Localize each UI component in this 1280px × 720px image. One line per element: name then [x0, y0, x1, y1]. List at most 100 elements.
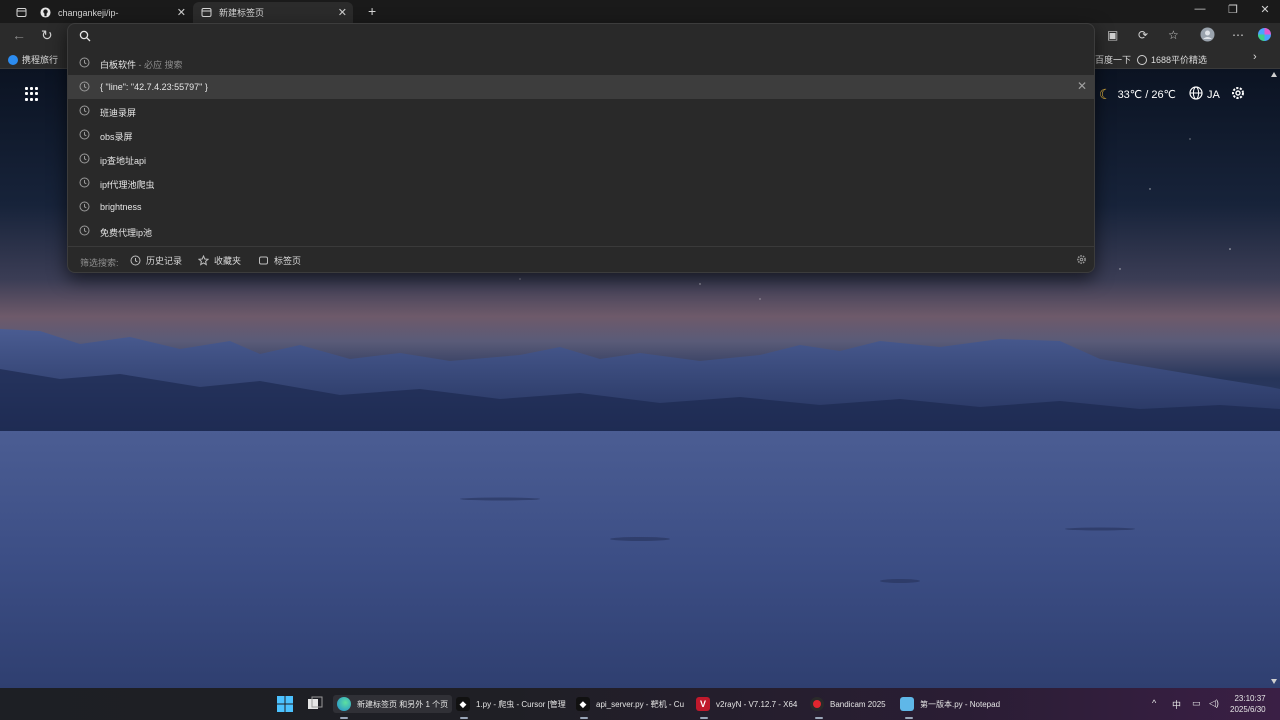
tab-actions-button[interactable]: [8, 2, 30, 23]
history-icon: [79, 153, 90, 166]
filter-history-button[interactable]: 历史记录: [130, 254, 182, 267]
address-bar[interactable]: [68, 24, 1094, 50]
favorite-link[interactable]: 携程旅行: [8, 53, 58, 66]
apps-grid-icon[interactable]: [25, 87, 39, 101]
minimize-button[interactable]: —: [1185, 3, 1215, 15]
suggestion-item[interactable]: ipf代理池爬虫: [68, 171, 1094, 195]
tab-title: changankeji/ip-: [58, 7, 119, 18]
suggestion-item[interactable]: brightness: [68, 195, 1094, 219]
favorite-label: 携程旅行: [22, 55, 59, 65]
taskbar-app-cursor-2[interactable]: ◆ api_server.py - 靶机 - Cu: [576, 695, 684, 713]
tab-github[interactable]: changankeji/ip- ✕: [32, 2, 192, 23]
notepad-icon: [900, 697, 914, 711]
taskbar-app-label: Bandicam 2025: [830, 699, 886, 709]
reading-view-icon[interactable]: ▣: [1107, 28, 1118, 42]
moon-icon: ☾: [1099, 86, 1112, 102]
close-window-button[interactable]: ✕: [1250, 3, 1280, 16]
task-view-button[interactable]: [307, 695, 323, 713]
suggestion-item[interactable]: 班迪录屏: [68, 99, 1094, 123]
history-icon: [79, 57, 90, 70]
language-selector[interactable]: JA: [1189, 86, 1220, 103]
back-arrow-icon[interactable]: ←: [12, 27, 26, 43]
filter-history-label: 历史记录: [146, 256, 183, 266]
profile-avatar[interactable]: [1200, 27, 1215, 45]
show-hidden-icons-chevron-icon[interactable]: ^: [1152, 698, 1156, 708]
history-icon: [79, 105, 90, 118]
remove-suggestion-icon[interactable]: ✕: [1077, 79, 1087, 93]
favorites-star-icon[interactable]: ☆: [1168, 28, 1179, 42]
suggestion-item[interactable]: 白板软件 - 必应 搜索: [68, 51, 1094, 75]
suggestion-item[interactable]: { "line": "42.7.4.23:55797" } ✕: [68, 75, 1094, 99]
suggestion-text: brightness: [100, 202, 142, 212]
favorite-link[interactable]: 1688平价精选: [1137, 53, 1207, 66]
running-indicator: [580, 717, 588, 719]
github-icon: [40, 7, 51, 18]
suggestion-item[interactable]: ip查地址api: [68, 147, 1094, 171]
filter-label: 筛选搜索:: [80, 258, 119, 268]
start-button[interactable]: [277, 695, 293, 713]
address-bar-dropdown: 白板软件 - 必应 搜索 { "line": "42.7.4.23:55797"…: [67, 23, 1095, 273]
history-icon: [79, 201, 90, 214]
globe-icon: [1189, 86, 1203, 103]
taskbar-app-edge[interactable]: 新建标签页 和另外 1 个页: [333, 695, 453, 713]
new-tab-button[interactable]: +: [360, 0, 378, 21]
close-tab-icon[interactable]: ✕: [177, 6, 186, 19]
search-icon: [79, 30, 91, 45]
search-settings-gear-icon[interactable]: [1076, 254, 1087, 267]
cursor-app-icon: ◆: [456, 697, 470, 711]
clock-date: 2025/6/30: [1230, 705, 1266, 714]
tabs-icon: [259, 256, 268, 265]
windows-taskbar: 新建标签页 和另外 1 个页 ◆ 1.py - 爬虫 - Cursor [管理 …: [0, 688, 1280, 720]
taskbar-app-label: 新建标签页 和另外 1 个页: [357, 699, 449, 709]
history-icon: [79, 177, 90, 190]
filter-tabs-button[interactable]: 标签页: [258, 254, 301, 267]
running-indicator: [815, 717, 823, 719]
taskbar-app-label: v2rayN - V7.12.7 - X64: [716, 699, 798, 709]
filter-favorites-label: 收藏夹: [214, 256, 242, 266]
favorite-link[interactable]: 百度一下: [1095, 53, 1131, 66]
taskbar-app-bandicam[interactable]: Bandicam 2025: [810, 695, 886, 713]
more-options-icon[interactable]: ⋯: [1232, 28, 1244, 42]
suggestion-item[interactable]: 免费代理ip池: [68, 219, 1094, 243]
network-icon[interactable]: ▭: [1192, 698, 1201, 709]
tab-new-tab[interactable]: 新建标签页 ✕: [193, 2, 353, 23]
v2rayn-icon: V: [696, 697, 710, 711]
ctrip-icon: [8, 54, 18, 65]
bandicam-record-icon: [810, 697, 824, 711]
extensions-icon[interactable]: ⟳: [1138, 28, 1148, 42]
taskbar-app-label: 1.py - 爬虫 - Cursor [管理: [476, 699, 566, 709]
edge-icon: [337, 697, 351, 711]
page-settings-gear-icon[interactable]: [1230, 85, 1246, 104]
tab-actions-icon: [16, 8, 27, 17]
maximize-button[interactable]: ❐: [1218, 3, 1248, 16]
star-icon: [198, 255, 209, 266]
clock-time: 23:10:37: [1234, 694, 1266, 703]
volume-icon[interactable]: ◁): [1209, 698, 1219, 709]
refresh-icon[interactable]: ↻: [41, 27, 53, 44]
history-icon: [130, 255, 141, 266]
taskbar-app-cursor[interactable]: ◆ 1.py - 爬虫 - Cursor [管理: [456, 695, 566, 713]
page-scrollbar[interactable]: [1271, 72, 1277, 684]
system-clock[interactable]: 23:10:37 2025/6/30: [1230, 693, 1266, 715]
taskbar-app-notepad[interactable]: 第一版本.py - Notepad: [900, 695, 1000, 713]
running-indicator: [340, 717, 348, 719]
taskbar-app-v2rayn[interactable]: V v2rayN - V7.12.7 - X64: [696, 695, 797, 713]
running-indicator: [905, 717, 913, 719]
ime-indicator[interactable]: 中: [1172, 698, 1181, 711]
favorite-label: 百度一下: [1095, 55, 1132, 65]
weather-widget[interactable]: ☾ 33℃ / 26℃: [1099, 86, 1176, 103]
filter-favorites-button[interactable]: 收藏夹: [198, 254, 241, 267]
suggestion-item[interactable]: obs录屏: [68, 123, 1094, 147]
copilot-icon[interactable]: [1257, 27, 1272, 45]
address-input[interactable]: [98, 28, 998, 46]
chevron-right-icon[interactable]: ›: [1253, 51, 1257, 63]
suggestion-text: { "line": "42.7.4.23:55797" }: [100, 82, 208, 92]
close-tab-icon[interactable]: ✕: [338, 6, 347, 19]
filter-tabs-label: 标签页: [274, 256, 302, 266]
suggestion-text: ip查地址api: [100, 156, 147, 166]
suggestion-text: 免费代理ip池: [100, 228, 153, 238]
suggestion-text: 班迪录屏: [100, 108, 137, 118]
history-icon: [79, 129, 90, 142]
tab-strip: changankeji/ip- ✕ 新建标签页 ✕ + — ❐ ✕: [0, 0, 1280, 23]
new-tab-icon: [201, 7, 212, 18]
